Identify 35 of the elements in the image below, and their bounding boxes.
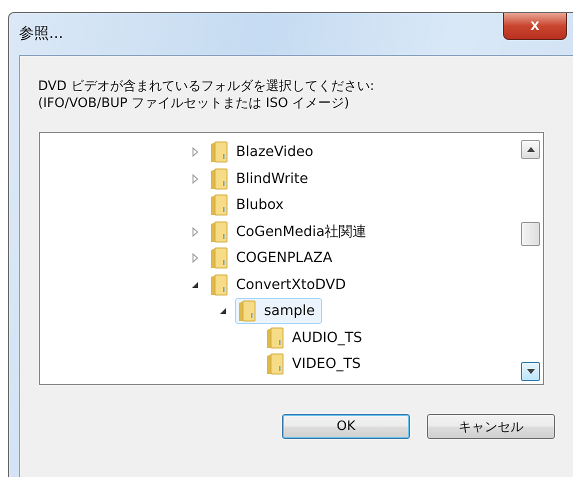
dialog-button[interactable]: OK [282, 414, 410, 439]
scroll-thumb[interactable] [521, 222, 540, 246]
folder-icon [210, 220, 228, 243]
tree-item[interactable]: BlazeVideo [207, 139, 320, 166]
folder-icon [266, 326, 284, 349]
collapsed-triangle-icon[interactable] [190, 253, 200, 264]
instruction-text: DVD ビデオが含まれているフォルダを選択してください: (IFO/VOB/BUP ファイルセットまたは ISO イメージ) [38, 78, 376, 112]
collapsed-triangle-icon[interactable] [190, 147, 200, 158]
tree-item[interactable]: ConvertXtoDVD [207, 272, 353, 298]
tree-item[interactable]: sample [235, 298, 322, 324]
tree-item[interactable]: Blubox [207, 192, 291, 218]
expanded-triangle-icon[interactable] [218, 306, 228, 316]
scrollbar[interactable] [521, 140, 540, 381]
expanded-triangle-icon[interactable] [190, 280, 200, 290]
tree-item[interactable]: BlindWrite [207, 166, 316, 192]
scroll-down-button[interactable] [521, 362, 540, 381]
folder-icon [210, 194, 228, 216]
folder-icon [238, 300, 256, 322]
down-arrow-icon [526, 369, 534, 374]
window-title: 参照... [19, 24, 64, 43]
folder-icon [210, 247, 228, 270]
collapsed-triangle-icon[interactable] [190, 174, 200, 184]
folder-icon [210, 274, 228, 296]
tree-item[interactable]: COGENPLAZA [207, 245, 340, 272]
dialog-button[interactable]: キャンセル [427, 414, 555, 439]
up-arrow-icon [526, 147, 534, 152]
tree-item[interactable]: CoGenMedia社関連 [207, 218, 374, 245]
folder-icon [210, 168, 228, 190]
tree-item[interactable]: VIDEO_TS [263, 351, 368, 378]
scroll-up-button[interactable] [521, 140, 540, 159]
collapsed-triangle-icon[interactable] [190, 226, 200, 237]
close-button[interactable]: x [503, 13, 567, 40]
folder-icon [210, 141, 228, 164]
tree-item[interactable]: AUDIO_TS [263, 324, 370, 351]
folder-icon [266, 353, 284, 376]
